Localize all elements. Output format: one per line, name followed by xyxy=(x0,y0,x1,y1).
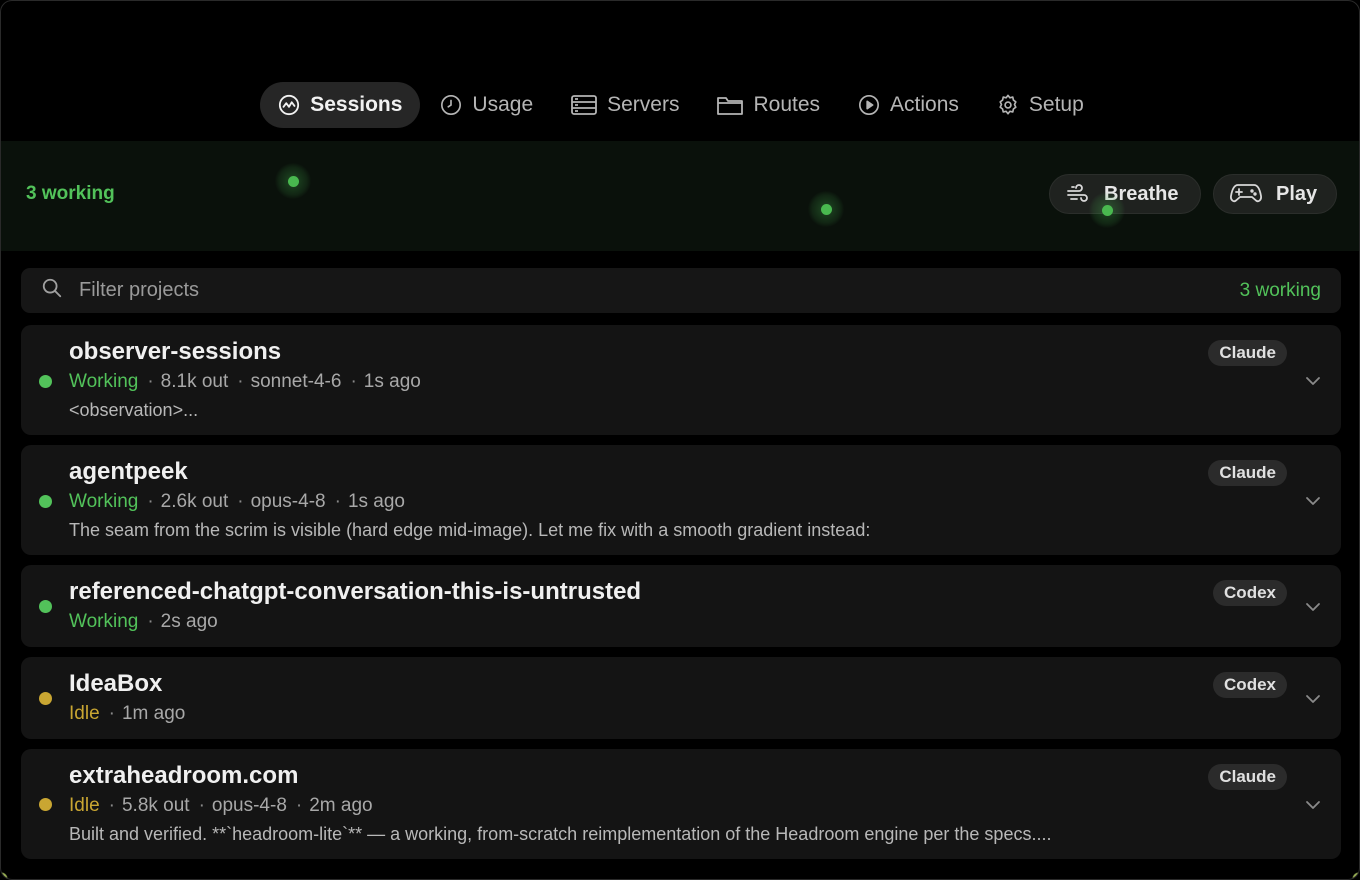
chevron-down-icon[interactable] xyxy=(1303,795,1323,815)
tab-label: Setup xyxy=(1028,93,1084,116)
session-meta: Idle · 5.8k out · opus-4-8 · 2m ago xyxy=(69,795,373,816)
session-name: agentpeek xyxy=(69,458,188,485)
session-meta: Working · 2.6k out · opus-4-8 · 1s ago xyxy=(69,491,405,512)
session-meta: Idle · 1m ago xyxy=(69,703,186,724)
chevron-down-icon[interactable] xyxy=(1303,371,1323,391)
working-count: 3 working xyxy=(26,183,115,204)
tab-sessions[interactable]: Sessions xyxy=(260,82,421,128)
filter-projects-input[interactable] xyxy=(79,279,1240,302)
agent-badge: Claude xyxy=(1208,460,1287,486)
session-status: Idle xyxy=(69,703,100,724)
breathe-button[interactable]: Breathe xyxy=(1049,174,1201,214)
status-dot-working xyxy=(39,600,52,613)
session-output: 5.8k out xyxy=(121,795,190,816)
tab-label: Usage xyxy=(472,93,534,116)
session-status: Working xyxy=(69,611,139,632)
floating-session-dot xyxy=(808,191,844,227)
session-model: sonnet-4-6 xyxy=(250,371,342,392)
tab-routes[interactable]: Routes xyxy=(699,82,838,128)
wind-icon xyxy=(1066,184,1090,204)
tab-label: Sessions xyxy=(310,93,403,116)
tab-label: Servers xyxy=(607,93,680,116)
play-label: Play xyxy=(1276,182,1318,205)
session-output: 2.6k out xyxy=(160,491,229,512)
session-snippet: <observation>... xyxy=(69,400,199,420)
tab-actions[interactable]: Actions xyxy=(840,82,977,128)
session-status: Working xyxy=(69,491,139,512)
gamepad-icon xyxy=(1230,183,1262,205)
status-dot-idle xyxy=(39,798,52,811)
session-status: Working xyxy=(69,371,139,392)
tab-servers[interactable]: Servers xyxy=(553,82,697,128)
session-card-extraheadroom[interactable]: extraheadroom.com Idle · 5.8k out · opus-4-8… xyxy=(21,749,1341,859)
session-card-ideabox[interactable]: IdeaBox Idle · 1m ago Codex xyxy=(21,657,1341,739)
session-snippet: Built and verified. **`headroom-lite`** … xyxy=(69,824,1052,844)
clock-icon xyxy=(440,94,462,116)
session-name: extraheadroom.com xyxy=(69,762,299,789)
chevron-down-icon[interactable] xyxy=(1303,689,1323,709)
session-status: Idle xyxy=(69,795,100,816)
chevron-down-icon[interactable] xyxy=(1303,491,1323,511)
agent-badge: Codex xyxy=(1213,672,1287,698)
window-corner xyxy=(1,863,17,879)
window-corner xyxy=(1343,863,1359,879)
floating-session-dot xyxy=(275,163,311,199)
status-dot-working xyxy=(39,495,52,508)
server-icon xyxy=(571,94,598,116)
session-time: 1m ago xyxy=(121,703,186,724)
agent-badge: Claude xyxy=(1208,764,1287,790)
session-model: opus-4-8 xyxy=(211,795,287,816)
session-card-observer-sessions[interactable]: observer-sessions Working · 8.1k out · sonne… xyxy=(21,325,1341,435)
session-name: IdeaBox xyxy=(69,670,163,697)
play-circle-icon xyxy=(858,94,880,116)
tab-usage[interactable]: Usage xyxy=(422,82,551,128)
status-dot-working xyxy=(39,375,52,388)
session-meta: Working · 2s ago xyxy=(69,611,218,632)
session-card-referenced-chatgpt[interactable]: referenced-chatgpt-conversation-this-is-… xyxy=(21,565,1341,647)
search-icon xyxy=(41,277,63,304)
agent-badge: Codex xyxy=(1213,580,1287,606)
tab-label: Routes xyxy=(753,93,821,116)
status-banner: 3 working Breathe Play xyxy=(1,141,1359,251)
filter-bar: 3 working xyxy=(21,268,1341,313)
tab-label: Actions xyxy=(890,93,959,116)
app-window: Sessions Usage Servers Routes Actions Se… xyxy=(0,0,1360,880)
activity-icon xyxy=(278,94,300,116)
session-name: referenced-chatgpt-conversation-this-is-… xyxy=(69,578,642,605)
session-snippet: The seam from the scrim is visible (hard… xyxy=(69,520,871,540)
session-output: 8.1k out xyxy=(160,371,229,392)
session-time: 2m ago xyxy=(309,795,373,816)
tab-setup[interactable]: Setup xyxy=(979,82,1102,128)
session-time: 1s ago xyxy=(363,371,421,392)
top-nav: Sessions Usage Servers Routes Actions Se… xyxy=(1,81,1359,129)
chevron-down-icon[interactable] xyxy=(1303,597,1323,617)
folder-icon xyxy=(717,94,744,116)
status-dot-idle xyxy=(39,692,52,705)
gear-icon xyxy=(997,94,1019,116)
session-card-agentpeek[interactable]: agentpeek Working · 2.6k out · opus-4-8 · 1s a… xyxy=(21,445,1341,555)
session-meta: Working · 8.1k out · sonnet-4-6 · 1s ago xyxy=(69,371,421,392)
filter-working-count: 3 working xyxy=(1239,279,1321,301)
session-name: observer-sessions xyxy=(69,338,282,365)
floating-session-dot xyxy=(1089,192,1125,228)
agent-badge: Claude xyxy=(1208,340,1287,366)
session-time: 2s ago xyxy=(160,611,218,632)
play-button[interactable]: Play xyxy=(1213,174,1337,214)
session-time: 1s ago xyxy=(347,491,405,512)
session-model: opus-4-8 xyxy=(250,491,326,512)
